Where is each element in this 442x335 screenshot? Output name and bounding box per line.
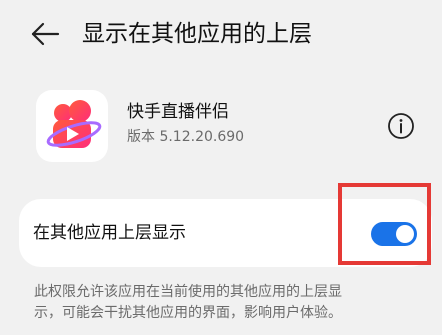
back-button[interactable] bbox=[30, 22, 60, 46]
app-version: 版本 5.12.20.690 bbox=[127, 129, 245, 145]
kuaishou-app-icon bbox=[46, 100, 102, 148]
overlay-permission-card: 在其他应用上层显示 bbox=[19, 199, 432, 267]
screen: 显示在其他应用的上层 快手直播伴侣 版本 5.12.20.690 在其他应用上层… bbox=[0, 0, 442, 335]
app-name: 快手直播伴侣 bbox=[127, 102, 229, 122]
permission-description-line-1: 此权限允许该应用在当前使用的其他应用的上层显 bbox=[34, 284, 342, 300]
overlay-permission-toggle[interactable] bbox=[371, 222, 417, 246]
info-icon bbox=[388, 113, 414, 139]
overlay-permission-label: 在其他应用上层显示 bbox=[33, 223, 186, 243]
header: 显示在其他应用的上层 bbox=[0, 12, 442, 56]
app-icon-tile bbox=[36, 90, 108, 162]
permission-description: 此权限允许该应用在当前使用的其他应用的上层显 示，可能会干扰其他应用的界面，影响… bbox=[34, 282, 429, 324]
page-title: 显示在其他应用的上层 bbox=[82, 21, 312, 47]
app-info-row: 快手直播伴侣 版本 5.12.20.690 bbox=[0, 88, 442, 164]
arrow-left-icon bbox=[31, 22, 60, 46]
toggle-knob bbox=[396, 225, 414, 243]
permission-description-line-2: 示，可能会干扰其他应用的界面，影响用户体验。 bbox=[34, 305, 342, 321]
app-info-button[interactable] bbox=[387, 112, 415, 140]
